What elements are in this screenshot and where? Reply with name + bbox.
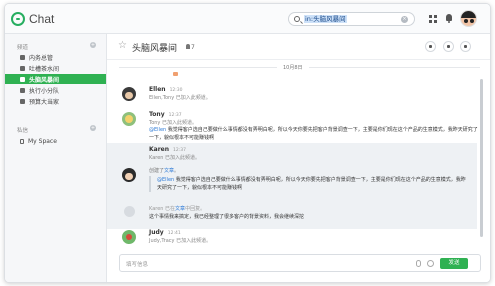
system-note: Tony 已加入此频道。 (149, 120, 197, 126)
message-text: 我觉得客户选自己要做什么事情都没有弄明白呢，所以今天你要先把客户背景调查一下，主… (149, 127, 478, 141)
message-body: 这个事情我来搞定，我已经整理了很多客户的背景资料，我会继续深挖 (149, 214, 305, 220)
author-name: Karen (149, 146, 169, 153)
channel-header: ☆ 头脑风暴间 7 (107, 34, 490, 60)
message-author[interactable]: Tony 12:37 (149, 111, 182, 118)
article-created-note: 创建了文章。 (149, 167, 179, 174)
article-link[interactable]: 文章 (164, 168, 174, 174)
note-text: 中回复。 (185, 206, 206, 212)
system-note: Judy,Tracy 已加入此频道。 (149, 238, 212, 244)
sidebar-item-label: 头脑风暴间 (29, 76, 60, 84)
clear-search-icon[interactable]: × (401, 16, 408, 23)
note-text: 。 (174, 168, 180, 174)
mention-link[interactable]: @Ellen (157, 177, 174, 183)
quote-text: 我觉得客户选自己要做什么事情都没有弄明白呢，所以今天你要先把客户背景调查一下，主… (157, 177, 466, 191)
channel-icon (20, 76, 25, 82)
avatar[interactable] (122, 112, 136, 126)
private-section-header: 私信 (17, 128, 29, 134)
avatar[interactable] (122, 230, 136, 244)
system-note: Ellen,Tony 已加入此频道。 (149, 95, 211, 101)
members-icon (186, 44, 190, 49)
channel-icon (20, 98, 25, 104)
message-author[interactable]: Karen 12:37 (149, 146, 186, 153)
author-name: Judy (149, 229, 164, 236)
channel-icon (20, 65, 25, 71)
channel-view: ☆ 头脑风暴间 7 10月8日 Ellen 12:30 Ellen,Tony 已加… (107, 34, 490, 282)
member-count-value: 7 (191, 44, 195, 51)
app-logo[interactable]: Chat (11, 12, 54, 26)
bookmark-icon[interactable] (460, 41, 471, 52)
search-value[interactable]: in:头脑风暴间 (304, 15, 347, 23)
sidebar-item-label: 吐槽茶水间 (29, 65, 60, 73)
message-time: 12:41 (167, 231, 181, 236)
chat-logo-icon (11, 12, 25, 26)
message: Ellen 12:30 Ellen,Tony 已加入此频道。 (107, 84, 477, 106)
send-button[interactable]: 发送 (440, 258, 468, 269)
settings-wrench-icon[interactable] (425, 41, 436, 52)
add-channel-button[interactable]: + (90, 42, 96, 48)
sidebar-item-my-space[interactable]: My Space (5, 136, 106, 146)
star-icon[interactable]: ☆ (118, 40, 127, 51)
message-author[interactable]: Ellen 12:30 (149, 86, 183, 93)
attachment-icon[interactable] (416, 260, 421, 267)
sidebar-item-label: My Space (28, 137, 57, 145)
avatar[interactable] (122, 87, 136, 101)
apps-grid-icon[interactable] (429, 15, 437, 23)
channel-title: 头脑风暴间 (132, 44, 178, 54)
channel-icon (20, 87, 25, 93)
sidebar-item-channel[interactable]: 预算大当家 (5, 96, 106, 106)
app-name: Chat (29, 12, 55, 26)
reply-note: Karen 已在文章中回复。 (149, 205, 205, 212)
emoji-icon[interactable] (427, 260, 434, 267)
sidebar-item-channel[interactable]: 执行小分队 (5, 85, 106, 95)
author-name: Tony (149, 111, 165, 118)
message-time: 12:37 (173, 148, 186, 153)
sidebar-item-label: 执行小分队 (29, 87, 60, 95)
date-divider: 10月8日 (277, 64, 309, 71)
avatar[interactable] (122, 168, 136, 182)
message: Tony 12:37 Tony 已加入此频道。 @Ellen 我觉得客户选自己要做… (107, 109, 479, 143)
sidebar-item-channel[interactable]: 吐槽茶水间 (5, 63, 106, 73)
sidebar-item-channel[interactable]: 内务总管 (5, 52, 106, 62)
system-note: Karen 已加入此频道。 (149, 155, 201, 161)
article-link[interactable]: 文章 (175, 206, 185, 212)
search-input[interactable]: in:头脑风暴间 × (288, 12, 415, 26)
note-text: 创建了 (149, 168, 165, 174)
message-author[interactable]: Judy 12:41 (149, 229, 181, 236)
note-text: Karen 已在 (149, 206, 176, 212)
message-composer[interactable]: 填写信息 发送 (119, 254, 481, 272)
reply-avatar (124, 206, 135, 217)
message-time: 12:37 (168, 113, 182, 118)
message-body: @Ellen 我觉得客户选自己要做什么事情都没有弄明白呢，所以今天你要先把客户背… (149, 126, 479, 142)
message-scrollbar[interactable] (480, 79, 483, 237)
member-count[interactable]: 7 (186, 44, 195, 51)
message-input-placeholder[interactable]: 填写信息 (126, 260, 148, 268)
top-bar: Chat in:头脑风暴间 × (5, 4, 490, 34)
author-name: Ellen (149, 86, 166, 93)
files-icon[interactable] (443, 41, 454, 52)
search-icon (294, 16, 300, 22)
mention-link[interactable]: @Ellen (149, 127, 166, 133)
message: Judy 12:41 Judy,Tracy 已加入此频道。 (107, 227, 477, 249)
lock-icon (20, 138, 24, 144)
sidebar-item-channel-active[interactable]: 头脑风暴间 (5, 74, 106, 84)
add-private-button[interactable]: + (90, 125, 96, 131)
message-time: 12:30 (169, 88, 183, 93)
channels-section-header: 频道 (17, 45, 29, 51)
channel-icon (20, 54, 25, 60)
app-window: Chat in:头脑风暴间 × 频道 + 内务总管 吐槽茶水间 头脑风暴间 执行… (4, 3, 491, 283)
user-avatar[interactable] (460, 10, 477, 27)
sidebar: 频道 + 内务总管 吐槽茶水间 头脑风暴间 执行小分队 预算大当家 私信 + M… (5, 34, 107, 282)
reaction-icon (173, 72, 178, 76)
message-highlighted: Karen 12:37 Karen 已加入此频道。 创建了文章。 @Ellen 我… (107, 143, 477, 229)
sidebar-item-label: 内务总管 (29, 54, 54, 62)
notification-bell-icon[interactable] (445, 14, 453, 23)
sidebar-item-label: 预算大当家 (29, 98, 60, 106)
quoted-article[interactable]: @Ellen 我觉得客户选自己要做什么事情都没有弄明白呢，所以今天你要先把客户背… (149, 176, 469, 192)
